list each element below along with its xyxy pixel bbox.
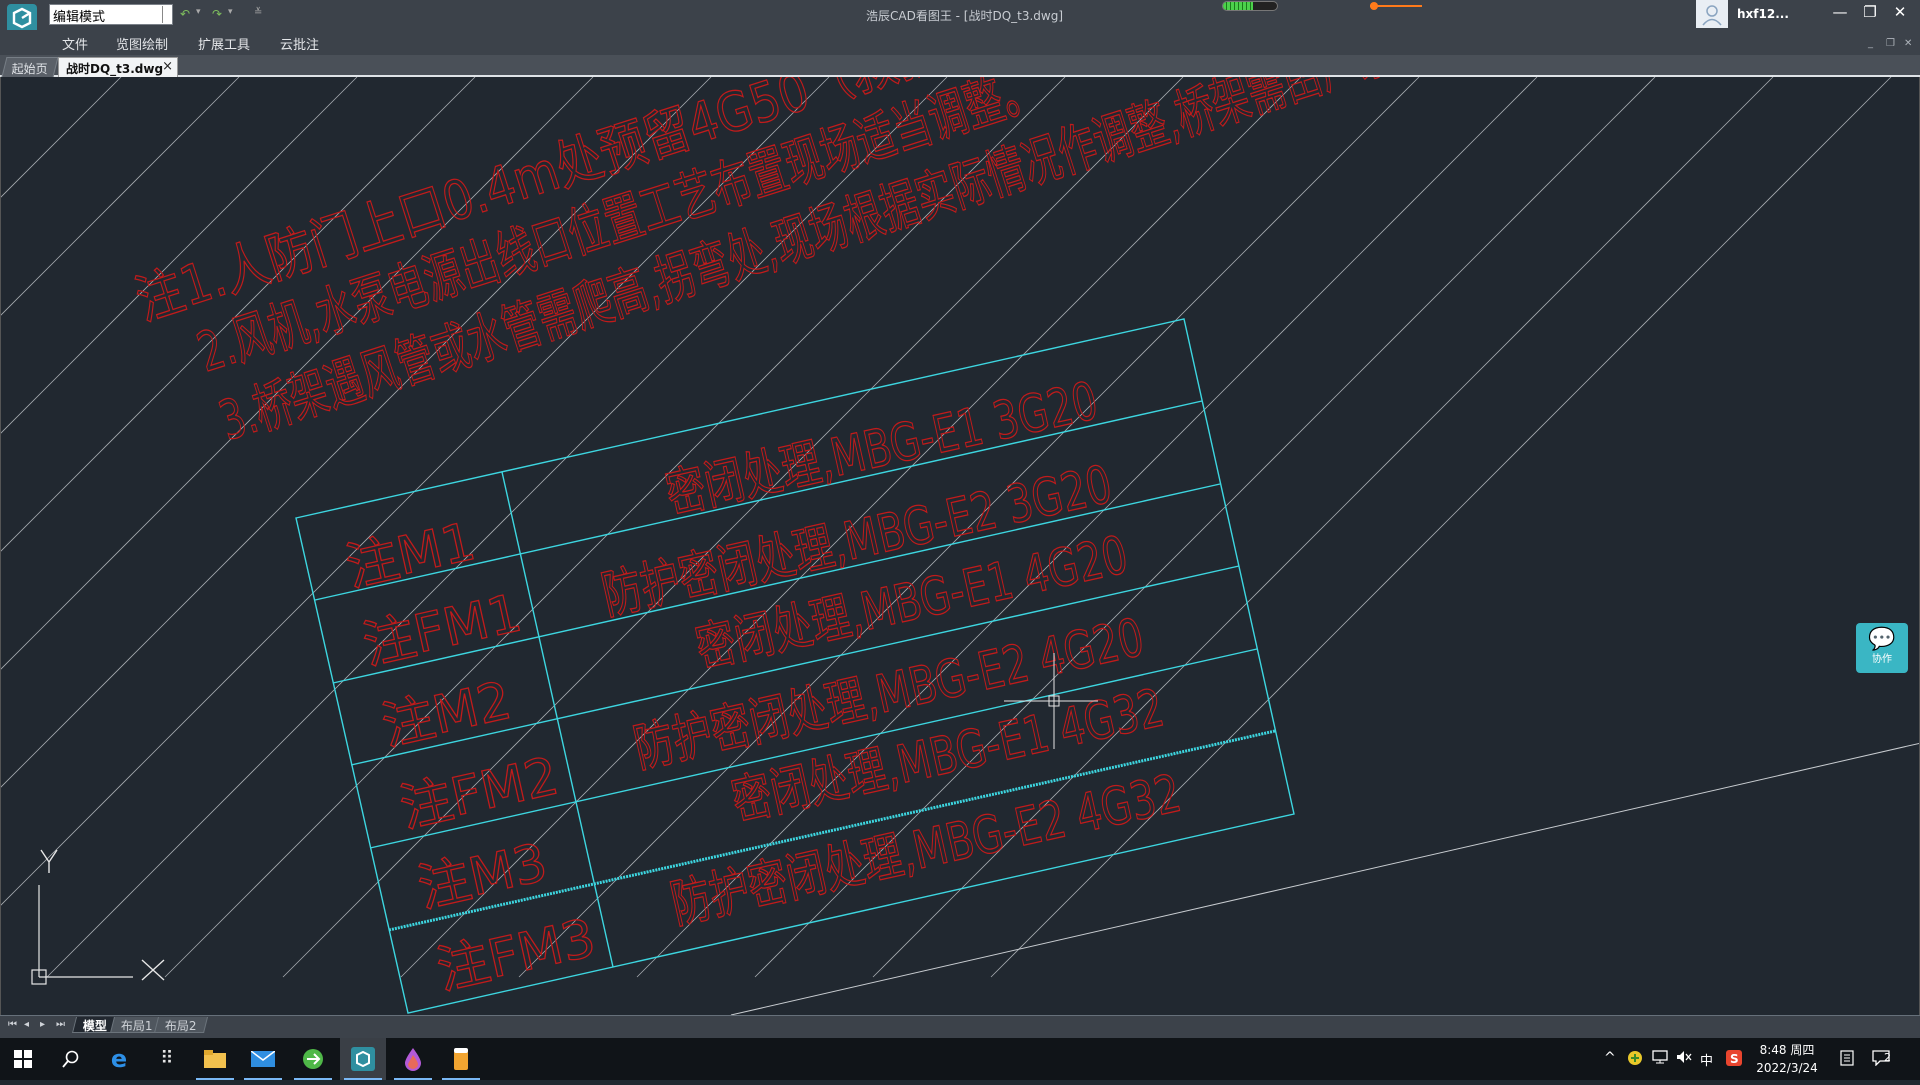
hatch-line: [1, 77, 358, 434]
beer-app-icon[interactable]: [438, 1038, 484, 1080]
tab-close-icon[interactable]: ×: [162, 59, 173, 74]
hatch-line: [990, 77, 1892, 978]
chat-bubbles-icon: 💬: [1868, 627, 1896, 652]
menu-view-draw[interactable]: 览图绘制: [116, 34, 168, 53]
menu-cloud-annotate[interactable]: 云批注: [280, 34, 319, 53]
cad-drawing: 注1.人防门上口0.4m处预留4G50（救护站为6G50）做 2.风机,水泵电源…: [1, 77, 1919, 1015]
clock-date: 2022/3/24: [1756, 1061, 1818, 1075]
user-avatar-icon[interactable]: [1696, 0, 1728, 28]
system-clock[interactable]: 8:48 周四 2022/3/24: [1752, 1041, 1822, 1077]
table-code-5: 注M3: [413, 833, 553, 920]
mode-select-value: 编辑模式: [53, 10, 106, 25]
table-code-3: 注M2: [377, 671, 517, 758]
first-layout-icon[interactable]: ⏮: [8, 1019, 17, 1030]
browser-icon[interactable]: [290, 1038, 336, 1080]
table-code-6: 注FM3: [432, 908, 601, 1001]
collaborate-button[interactable]: 💬 协作: [1856, 623, 1908, 673]
clock-time: 8:48 周四: [1759, 1043, 1815, 1057]
layout-tab-bar: ⏮ ◂ ▸ ⏭ 模型 布局1 布局2: [0, 1015, 1920, 1034]
undo-icon[interactable]: ↶: [180, 7, 190, 21]
hatch-line: [1, 77, 122, 198]
doc-minimize-button[interactable]: _: [1868, 38, 1873, 49]
close-button[interactable]: ✕: [1886, 2, 1914, 24]
ime-indicator[interactable]: 中: [1700, 1050, 1713, 1069]
doc-close-button[interactable]: ✕: [1904, 38, 1912, 49]
username[interactable]: hxf12...: [1737, 7, 1789, 21]
tab-start-page[interactable]: 起始页: [1, 57, 59, 77]
redo-icon[interactable]: ↷: [212, 7, 222, 21]
ucs-icon: [31, 849, 165, 985]
mode-select-dropdown[interactable]: [162, 6, 171, 23]
sync-progress-fill: [1223, 2, 1253, 10]
hatch-line: [1, 77, 240, 316]
tab-layout2-label: 布局2: [164, 1019, 197, 1033]
mail-icon[interactable]: [240, 1038, 286, 1080]
table-code-2: 注FM1: [358, 583, 527, 676]
last-layout-icon[interactable]: ⏭: [56, 1019, 65, 1030]
tab-current-label: 战时DQ_t3.dwg: [66, 62, 164, 76]
drawing-canvas[interactable]: 注1.人防门上口0.4m处预留4G50（救护站为6G50）做 2.风机,水泵电源…: [0, 77, 1920, 1015]
undo-dropdown-icon[interactable]: ▾: [196, 7, 201, 17]
zoom-slider-knob[interactable]: [1370, 2, 1378, 10]
start-icon[interactable]: [0, 1038, 46, 1080]
sync-progress-bar: [1222, 1, 1278, 11]
file-explorer-icon[interactable]: [192, 1038, 238, 1080]
search-icon[interactable]: [48, 1038, 94, 1080]
menu-bar: 文件 览图绘制 扩展工具 云批注 _ ❐ ✕: [0, 30, 1920, 55]
ie-icon[interactable]: e: [96, 1038, 142, 1080]
tab-layout1-label: 布局1: [120, 1019, 153, 1033]
next-layout-icon[interactable]: ▸: [40, 1019, 45, 1030]
tab-model-label: 模型: [82, 1019, 107, 1033]
customize-quick-access-icon[interactable]: ≚: [254, 7, 262, 18]
minimize-button[interactable]: —: [1826, 2, 1854, 24]
collaborate-label: 协作: [1872, 654, 1892, 665]
doc-restore-button[interactable]: ❐: [1886, 38, 1895, 49]
volume-muted-icon[interactable]: [1676, 1050, 1692, 1068]
sogou-input-icon[interactable]: S: [1726, 1050, 1742, 1070]
table-code-1: 注M1: [341, 512, 481, 599]
taskbar: e ⠿ ^ 中 S 8:48 周四 2022/3/24 2: [0, 1038, 1920, 1080]
apps-grid-icon[interactable]: ⠿: [144, 1038, 190, 1080]
document-tab-bar: 起始页 战时DQ_t3.dwg ×: [0, 55, 1920, 77]
notes-icon[interactable]: [1840, 1050, 1854, 1070]
table-code-4: 注FM2: [395, 746, 564, 839]
network-icon[interactable]: [1652, 1050, 1668, 1068]
tab-start-label: 起始页: [11, 62, 48, 76]
menu-extend-tools[interactable]: 扩展工具: [198, 34, 250, 53]
tray-expand-icon[interactable]: ^: [1604, 1050, 1616, 1066]
mode-select[interactable]: 编辑模式: [49, 4, 173, 25]
table-cells: 注M1 密闭处理,MBG-E1 3G20 注FM1 防护密闭处理,MBG-E2 …: [340, 370, 1187, 1002]
tab-current-drawing[interactable]: 战时DQ_t3.dwg ×: [58, 57, 178, 77]
cad-viewer-icon[interactable]: [340, 1038, 386, 1080]
window-title: 浩辰CAD看图王 - [战时DQ_t3.dwg]: [866, 9, 1064, 23]
restore-button[interactable]: ❐: [1856, 2, 1884, 24]
svg-text:S: S: [1730, 1052, 1739, 1066]
paint-icon[interactable]: [390, 1038, 436, 1080]
notification-count: 2: [1884, 1051, 1891, 1064]
redo-dropdown-icon[interactable]: ▾: [228, 7, 233, 17]
menu-file[interactable]: 文件: [62, 34, 88, 53]
title-bar: 编辑模式 ↶ ▾ ↷ ▾ ≚ 浩辰CAD看图王 - [战时DQ_t3.dwg] …: [0, 0, 1920, 34]
tab-layout2[interactable]: 布局2: [154, 1017, 208, 1033]
prev-layout-icon[interactable]: ◂: [24, 1019, 29, 1030]
tray-app-icon[interactable]: [1627, 1050, 1643, 1070]
